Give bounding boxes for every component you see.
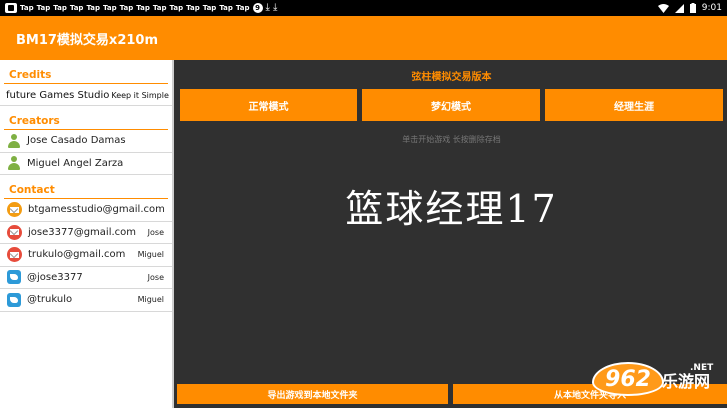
tap-notification-icon: Tap bbox=[235, 3, 250, 12]
cellular-signal-icon bbox=[674, 3, 684, 13]
creator-name: Jose Casado Damas bbox=[27, 135, 126, 147]
person-icon bbox=[7, 156, 21, 171]
contact-owner: Miguel bbox=[137, 250, 164, 260]
app-title: BM17模拟交易x210m bbox=[16, 32, 159, 48]
tap-notification-icon: Tap bbox=[186, 3, 200, 12]
person-icon bbox=[7, 133, 21, 148]
contact-text: @trukulo bbox=[27, 294, 73, 306]
site-watermark: 962 .NET 乐游网 bbox=[592, 360, 722, 404]
mail-icon bbox=[7, 202, 22, 218]
tap-notification-icon: Tap bbox=[136, 3, 150, 12]
start-hint: 单击开始游戏 长按删除存档 bbox=[402, 135, 501, 144]
contact-text: jose3377@gmail.com bbox=[28, 226, 137, 238]
app-screen: Tap Tap Tap Tap Tap Tap Tap Tap Tap Tap … bbox=[0, 0, 727, 408]
manager-career-button[interactable]: 经理生涯 bbox=[545, 89, 723, 121]
contact-text: @jose3377 bbox=[27, 271, 83, 283]
contact-row-twitter[interactable]: @jose3377 Jose bbox=[0, 267, 172, 289]
main-panel: 弦柱模拟交易版本 正常模式 梦幻模式 经理生涯 单击开始游戏 长按删除存档 篮球… bbox=[176, 60, 727, 408]
notification-icons: Tap Tap Tap Tap Tap Tap Tap Tap Tap Tap … bbox=[5, 3, 277, 13]
creators-header: Creators bbox=[4, 106, 168, 130]
credits-sidebar: Credits future Games Studio Keep it Simp… bbox=[0, 60, 174, 408]
tap-notification-icon: Tap bbox=[119, 3, 134, 12]
twitter-icon bbox=[7, 292, 21, 307]
tap-notification-icon: Tap bbox=[219, 3, 233, 12]
tap-notification-icon: Tap bbox=[152, 3, 167, 12]
export-game-button[interactable]: 导出游戏到本地文件夹 bbox=[177, 384, 448, 404]
fantasy-mode-button[interactable]: 梦幻模式 bbox=[362, 89, 540, 121]
version-label: 弦柱模拟交易版本 bbox=[411, 72, 492, 83]
contact-row-twitter[interactable]: @trukulo Miguel bbox=[0, 289, 172, 312]
contact-owner: Miguel bbox=[137, 295, 164, 305]
tap-notification-icon: Tap bbox=[202, 3, 217, 12]
creator-row: Miguel Angel Zarza bbox=[0, 153, 172, 175]
wifi-icon bbox=[657, 3, 669, 13]
contact-row-email[interactable]: trukulo@gmail.com Miguel bbox=[0, 244, 172, 267]
status-right: 9:01 bbox=[657, 3, 722, 13]
tap-notification-icon: Tap bbox=[86, 3, 101, 12]
contact-owner: Jose bbox=[147, 272, 164, 282]
contact-text: trukulo@gmail.com bbox=[28, 249, 126, 261]
circle-notification-icon: 9 bbox=[252, 3, 263, 13]
tap-notification-icon: Tap bbox=[103, 3, 117, 12]
watermark-site: 乐游网 bbox=[662, 372, 711, 391]
app-bar: BM17模拟交易x210m bbox=[0, 16, 727, 60]
creator-name: Miguel Angel Zarza bbox=[27, 157, 124, 169]
status-bar: Tap Tap Tap Tap Tap Tap Tap Tap Tap Tap … bbox=[0, 0, 727, 16]
tap-notification-icon: Tap bbox=[169, 3, 184, 12]
download-icon: ⤓ bbox=[265, 2, 270, 13]
battery-icon bbox=[689, 3, 696, 13]
normal-mode-button[interactable]: 正常模式 bbox=[180, 89, 357, 121]
contact-owner: Jose bbox=[147, 227, 164, 237]
download-icon: ⤓ bbox=[272, 2, 278, 13]
tap-notification-icon: Tap bbox=[36, 3, 51, 12]
app-notification-icon bbox=[5, 3, 17, 13]
tap-notification-icon: Tap bbox=[20, 3, 34, 12]
tap-notification-icon: Tap bbox=[69, 3, 84, 12]
studio-name: future Games Studio bbox=[6, 90, 110, 101]
studio-tagline: Keep it Simple bbox=[111, 91, 169, 100]
mail-icon bbox=[7, 247, 22, 263]
clock: 9:01 bbox=[701, 3, 722, 13]
credits-header: Credits bbox=[4, 60, 168, 84]
contact-row-email[interactable]: jose3377@gmail.com Jose bbox=[0, 222, 172, 244]
contact-header: Contact bbox=[4, 175, 168, 199]
tap-notification-icon: Tap bbox=[53, 3, 67, 12]
mail-icon bbox=[7, 224, 22, 240]
creator-row: Jose Casado Damas bbox=[0, 130, 172, 153]
contact-text: btgamesstudio@gmail.com bbox=[28, 204, 165, 216]
twitter-icon bbox=[7, 270, 21, 285]
watermark-badge: 962 bbox=[592, 362, 664, 396]
contact-row-email[interactable]: btgamesstudio@gmail.com bbox=[0, 199, 172, 222]
credit-studio-row: future Games Studio Keep it Simple bbox=[0, 84, 172, 106]
game-logo: 篮球经理17 bbox=[345, 187, 558, 231]
